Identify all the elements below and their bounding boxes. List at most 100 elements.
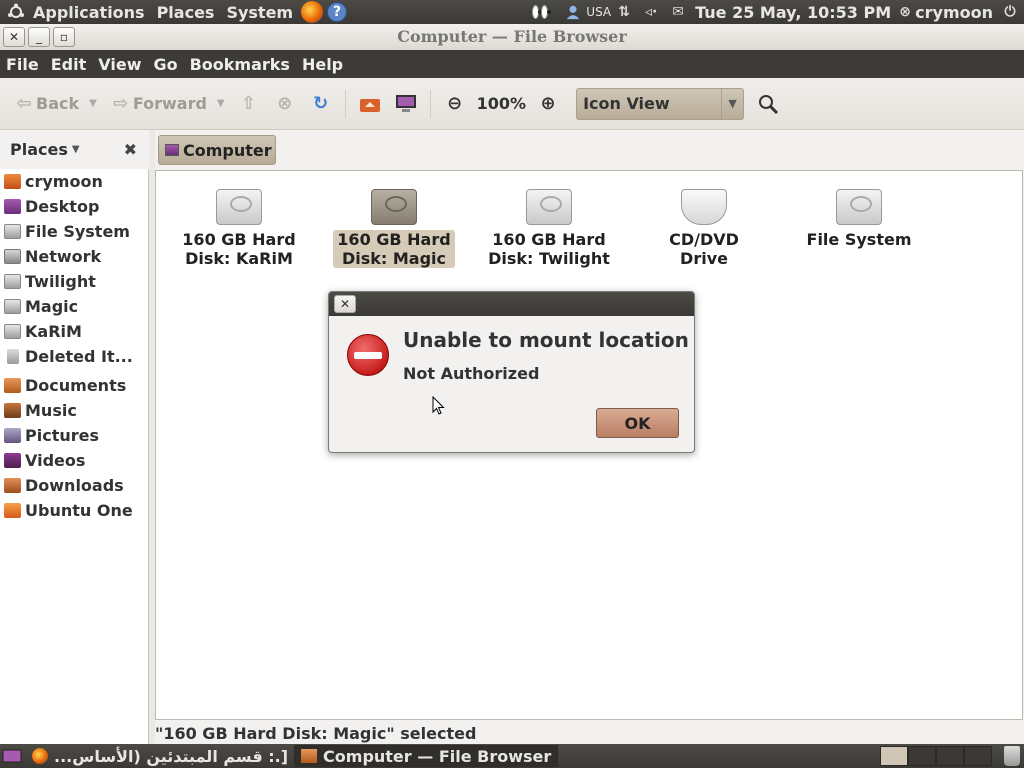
file-item-file-system[interactable]: File System: [794, 189, 924, 249]
menu-applications[interactable]: Applications: [27, 0, 151, 24]
file-item-cd-dvd-drive[interactable]: CD/DVD Drive: [639, 189, 769, 268]
search-icon: [756, 92, 780, 116]
forward-button[interactable]: ⇨ Forward ▼: [103, 88, 231, 120]
videos-folder-icon: [4, 453, 21, 468]
file-item-twilight[interactable]: 160 GB Hard Disk: Twilight: [484, 189, 614, 268]
sidebar-item-file-system[interactable]: File System: [0, 219, 148, 244]
power-icon[interactable]: ⏻: [1002, 4, 1018, 20]
sidebar-item-label: KaRiM: [25, 322, 82, 341]
file-item-label-line2: Disk: Magic: [341, 249, 447, 268]
workspace-1[interactable]: [880, 746, 908, 766]
sidebar-item-crymoon[interactable]: crymoon: [0, 169, 148, 194]
workspace-4[interactable]: [964, 746, 992, 766]
workspace-2[interactable]: [908, 746, 936, 766]
hard-disk-icon: [526, 189, 572, 225]
ubuntu-logo-icon[interactable]: [5, 1, 27, 23]
home-button[interactable]: [352, 88, 388, 120]
folder-icon: [4, 378, 21, 393]
menu-file[interactable]: File: [0, 55, 45, 74]
toolbar-separator: [429, 89, 431, 118]
file-item-karim[interactable]: 160 GB Hard Disk: KaRiM: [174, 189, 304, 268]
file-item-label-line1: 160 GB Hard: [337, 230, 451, 249]
file-browser-icon: [301, 749, 318, 763]
status-bar: "160 GB Hard Disk: Magic" selected: [155, 723, 477, 743]
sidebar-item-label: Documents: [25, 376, 127, 395]
workspace-3[interactable]: [936, 746, 964, 766]
search-button[interactable]: [750, 88, 786, 120]
chevron-down-icon[interactable]: ▼: [72, 144, 80, 155]
sidebar-item-karim[interactable]: KaRiM: [0, 319, 148, 344]
sidebar-item-label: Magic: [25, 297, 79, 316]
workspace-switcher[interactable]: [880, 746, 992, 766]
sidebar-item-magic[interactable]: Magic: [0, 294, 148, 319]
zoom-level[interactable]: 100%: [473, 94, 530, 113]
volume-icon[interactable]: ◃·: [643, 4, 659, 20]
location-button-computer[interactable]: Computer: [158, 135, 276, 165]
sidebar-item-downloads[interactable]: Downloads: [0, 473, 148, 498]
view-mode-select[interactable]: Icon View ▼: [576, 87, 745, 120]
taskbar-item-firefox[interactable]: [.: قسم المبتدئين (الأساس...: [24, 745, 296, 767]
zoom-out-button[interactable]: ⊖: [437, 88, 473, 120]
side-pane-title[interactable]: Places: [10, 140, 68, 159]
menu-places[interactable]: Places: [151, 0, 221, 24]
menu-bookmarks[interactable]: Bookmarks: [184, 55, 296, 74]
close-side-pane-icon[interactable]: ✖: [124, 140, 137, 159]
keyboard-layout-indicator[interactable]: USA: [584, 0, 613, 24]
toolbar: ⇦ Back ▼ ⇨ Forward ▼ ⇧ ⊗ ↻ ⊖ 100% ⊕ Icon…: [0, 78, 1024, 130]
view-mode-value: Icon View: [583, 94, 670, 113]
network-icon: [4, 249, 21, 264]
hard-disk-icon: [216, 189, 262, 225]
network-updown-icon[interactable]: ⇅: [616, 4, 632, 20]
mail-icon[interactable]: ✉: [670, 4, 686, 20]
dialog-titlebar[interactable]: ✕: [329, 292, 694, 316]
reload-button[interactable]: ↻: [303, 88, 339, 120]
location-label: Computer: [183, 140, 272, 160]
drive-icon: [4, 299, 21, 314]
sidebar-item-ubuntu-one[interactable]: Ubuntu One: [0, 498, 148, 523]
up-button[interactable]: ⇧: [231, 88, 267, 120]
help-launcher-icon[interactable]: ?: [327, 2, 348, 22]
zoom-in-button[interactable]: ⊕: [530, 88, 566, 120]
computer-button[interactable]: [388, 88, 424, 120]
drive-icon: [4, 274, 21, 289]
error-dialog: ✕ Unable to mount location Not Authorize…: [328, 291, 695, 453]
sidebar-item-label: Desktop: [25, 197, 100, 216]
eyes-applet-icon[interactable]: [532, 4, 552, 20]
menu-edit[interactable]: Edit: [45, 55, 93, 74]
taskbar-item-file-browser[interactable]: Computer — File Browser: [295, 745, 559, 767]
sidebar-item-network[interactable]: Network: [0, 244, 148, 269]
show-desktop-button[interactable]: [0, 745, 24, 767]
firefox-launcher-icon[interactable]: [301, 1, 324, 23]
stop-button[interactable]: ⊗: [267, 88, 303, 120]
ok-button[interactable]: OK: [596, 408, 679, 438]
sidebar-item-documents[interactable]: Documents: [0, 373, 148, 398]
back-history-dropdown-icon[interactable]: ▼: [89, 98, 97, 109]
menu-go[interactable]: Go: [147, 55, 183, 74]
sidebar-item-desktop[interactable]: Desktop: [0, 194, 148, 219]
optical-drive-icon: [681, 189, 727, 225]
sidebar-item-deleted-items[interactable]: Deleted It...: [0, 344, 148, 369]
window-titlebar[interactable]: ✕ _ ▫ Computer — File Browser: [0, 24, 1024, 50]
top-panel: Applications Places System ? USA ⇅ ◃· ✉ …: [0, 0, 1024, 24]
dialog-close-button[interactable]: ✕: [334, 295, 356, 313]
sidebar-item-twilight[interactable]: Twilight: [0, 269, 148, 294]
clock[interactable]: Tue 25 May, 10:53 PM: [689, 0, 897, 24]
file-item-magic[interactable]: 160 GB Hard Disk: Magic: [329, 189, 459, 268]
hard-disk-icon: [836, 189, 882, 225]
menu-help[interactable]: Help: [296, 55, 349, 74]
file-item-label: 160 GB Hard Disk: KaRiM: [178, 230, 299, 268]
user-status-icon[interactable]: [565, 4, 581, 20]
window-title: Computer — File Browser: [397, 27, 627, 46]
pictures-folder-icon: [4, 428, 21, 443]
sidebar-item-pictures[interactable]: Pictures: [0, 423, 148, 448]
sidebar-item-videos[interactable]: Videos: [0, 448, 148, 473]
user-away-icon[interactable]: ⊗: [897, 4, 913, 20]
trash-icon[interactable]: [1004, 746, 1020, 766]
sidebar-item-music[interactable]: Music: [0, 398, 148, 423]
menu-view[interactable]: View: [92, 55, 147, 74]
user-name[interactable]: crymoon: [913, 0, 999, 24]
back-button[interactable]: ⇦ Back ▼: [6, 88, 103, 120]
forward-history-dropdown-icon[interactable]: ▼: [217, 98, 225, 109]
menu-system[interactable]: System: [220, 0, 299, 24]
up-arrow-icon: ⇧: [241, 93, 257, 114]
